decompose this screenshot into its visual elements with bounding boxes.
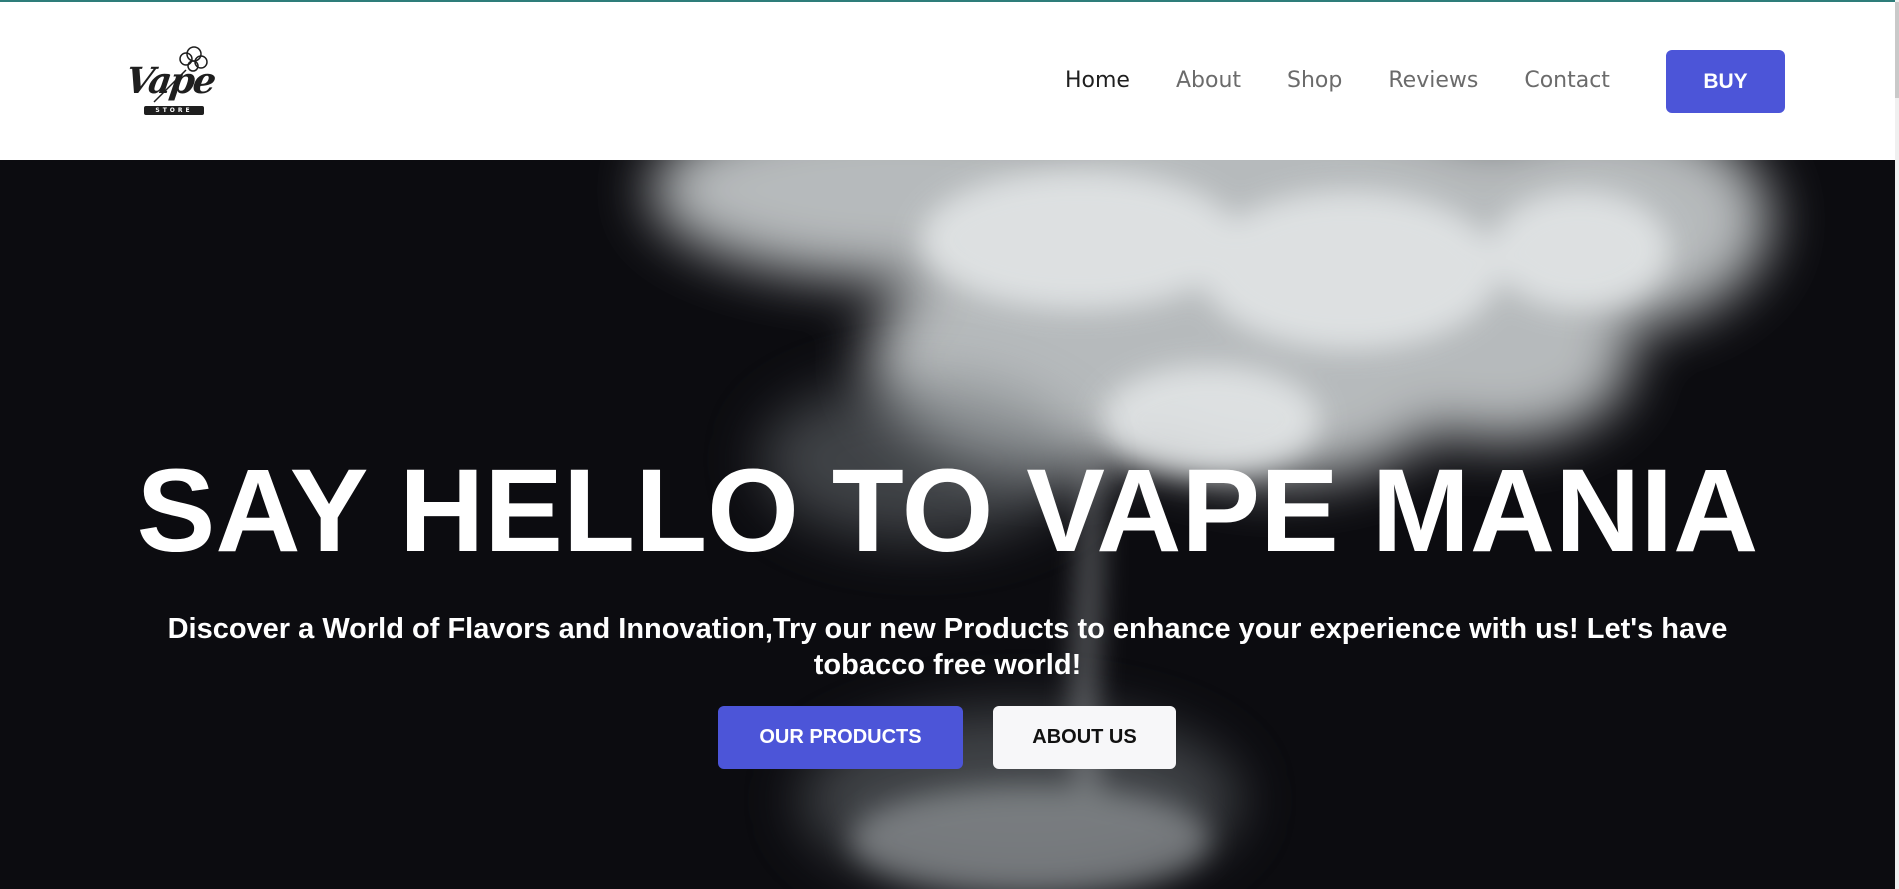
main-nav: Home About Shop Reviews Contact [1065, 68, 1656, 93]
page-scrollbar[interactable] [1895, 0, 1899, 889]
scrollbar-thumb[interactable] [1895, 2, 1899, 98]
nav-shop[interactable]: Shop [1287, 68, 1342, 93]
hero-title: SAY HELLO TO VAPE MANIA [136, 445, 1759, 577]
vape-store-logo[interactable]: Vape STORE [123, 42, 217, 122]
nav-reviews[interactable]: Reviews [1388, 68, 1478, 93]
about-us-button[interactable]: ABOUT US [993, 706, 1176, 769]
logo-wordmark: Vape [123, 60, 217, 102]
buy-button[interactable]: BUY [1666, 50, 1785, 113]
nav-home[interactable]: Home [1065, 68, 1130, 93]
logo-subtitle: STORE [144, 106, 204, 115]
hero-buttons: OUR PRODUCTS ABOUT US [718, 706, 1176, 769]
nav-contact[interactable]: Contact [1524, 68, 1610, 93]
site-header: Vape STORE Home About Shop Reviews Conta… [0, 2, 1895, 160]
our-products-button[interactable]: OUR PRODUCTS [718, 706, 963, 769]
hero-section: SAY HELLO TO VAPE MANIA Discover a World… [0, 160, 1895, 889]
hero-subtitle: Discover a World of Flavors and Innovati… [167, 613, 1728, 681]
nav-about[interactable]: About [1176, 68, 1241, 93]
